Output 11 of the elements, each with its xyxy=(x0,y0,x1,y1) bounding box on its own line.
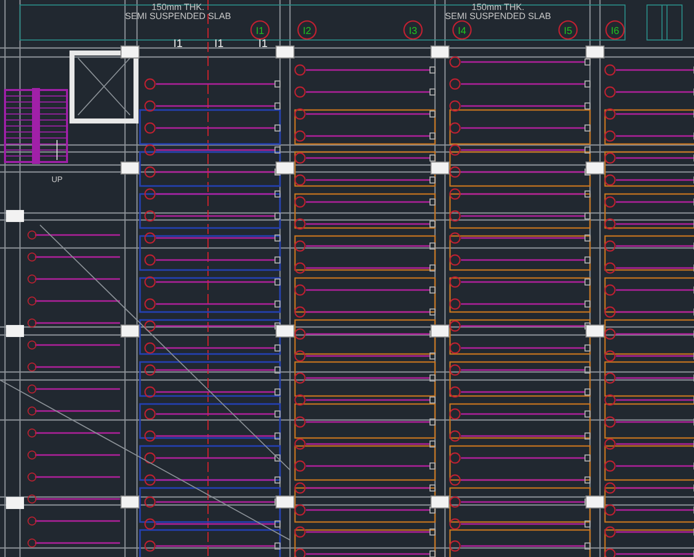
grid-label: I5 xyxy=(564,26,572,37)
grid-label: I3 xyxy=(408,26,418,37)
grid-label: I6 xyxy=(610,26,620,37)
slab-type-note: SEMI SUSPENDED SLAB xyxy=(444,11,552,21)
stair-direction-label: UP xyxy=(51,175,63,184)
section-mark-label: I1 xyxy=(173,38,183,50)
section-mark-label: I1 xyxy=(258,38,268,50)
section-mark-label: I1 xyxy=(214,38,224,50)
grid-label: I1 xyxy=(256,26,264,37)
grid-label: I2 xyxy=(302,26,312,37)
grid-label: I4 xyxy=(458,26,466,37)
